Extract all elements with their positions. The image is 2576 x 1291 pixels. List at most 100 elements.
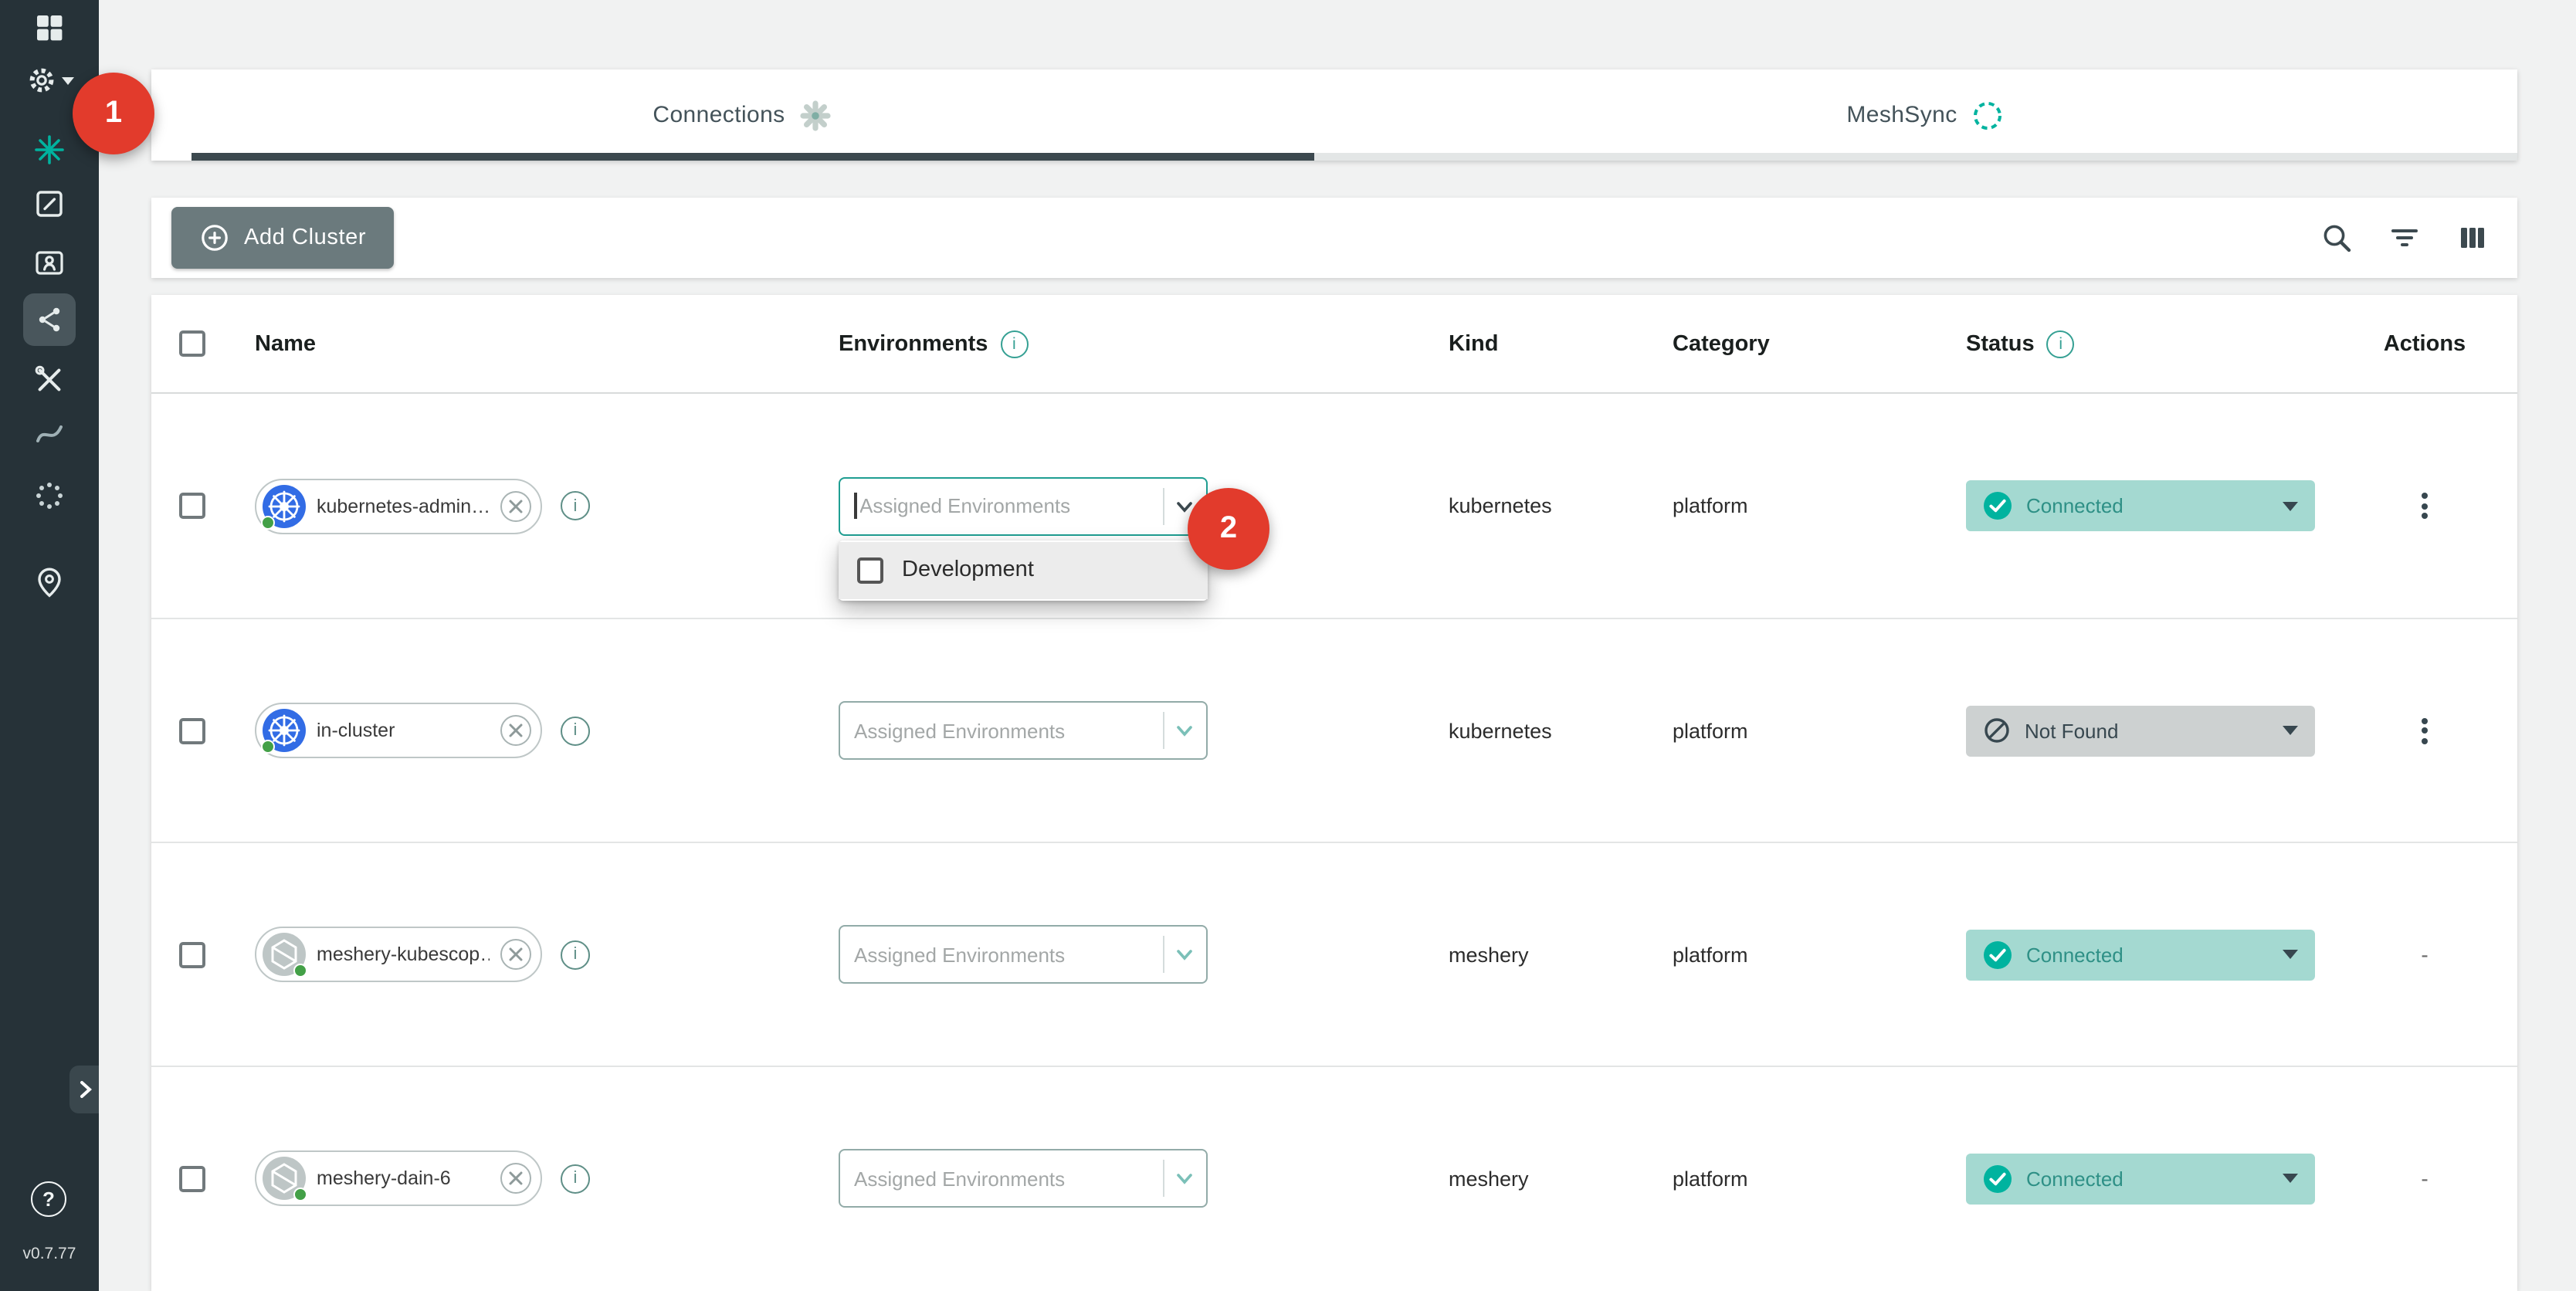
row-checkbox[interactable] xyxy=(178,1165,205,1191)
help-button[interactable]: ? xyxy=(31,1181,66,1217)
status-label: Not Found xyxy=(2025,719,2269,742)
location-pin-icon[interactable] xyxy=(0,565,99,599)
status-chip[interactable]: Not Found xyxy=(1966,705,2315,756)
info-icon[interactable]: i xyxy=(561,1164,590,1193)
dashboard-icon[interactable] xyxy=(0,11,99,45)
select-divider xyxy=(1163,1160,1164,1197)
chip-delete-icon[interactable] xyxy=(500,1163,531,1194)
header-kind: Kind xyxy=(1425,331,1649,356)
connection-avatar xyxy=(263,933,306,976)
meshery-app: ? v0.7.77 Connections MeshSync Add Clust… xyxy=(0,0,2576,1291)
select-divider xyxy=(1163,936,1164,973)
row-checkbox[interactable] xyxy=(178,493,205,519)
row-menu-icon[interactable] xyxy=(2415,711,2434,750)
table-row: meshery-kubescop… i Assigned Environment… xyxy=(151,842,2517,1066)
select-placeholder: Assigned Environments xyxy=(854,943,1154,966)
info-icon[interactable]: i xyxy=(561,940,590,969)
row-menu-icon[interactable] xyxy=(2415,486,2434,525)
header-actions: Actions xyxy=(2332,331,2517,356)
add-cluster-label: Add Cluster xyxy=(244,225,366,250)
meshsync-ring-icon xyxy=(1971,98,2005,132)
users-icon[interactable] xyxy=(0,246,99,280)
assigned-environments-select[interactable]: Assigned Environments xyxy=(839,701,1208,760)
select-all-checkbox[interactable] xyxy=(178,330,205,357)
status-caret-icon xyxy=(2283,501,2298,510)
search-icon[interactable] xyxy=(2320,221,2354,255)
toolbar: Add Cluster xyxy=(151,198,2517,278)
connection-avatar xyxy=(263,1157,306,1200)
option-checkbox[interactable] xyxy=(857,557,883,583)
connected-check-icon xyxy=(1983,491,2012,520)
annotation-badge-1: 1 xyxy=(73,73,154,154)
table-row: meshery-dain-6 i Assigned Environments m… xyxy=(151,1066,2517,1289)
chevron-down-icon[interactable] xyxy=(1174,720,1195,741)
select-placeholder: Assigned Environments xyxy=(854,1167,1154,1190)
table-header: Name Environmentsi Kind Category Statusi… xyxy=(151,295,2517,394)
option-label: Development xyxy=(902,557,1034,582)
row-checkbox[interactable] xyxy=(178,717,205,744)
chip-delete-icon[interactable] xyxy=(500,490,531,521)
active-tab-indicator xyxy=(192,153,1314,161)
header-environments: Environmentsi xyxy=(815,330,1425,357)
filter-icon[interactable] xyxy=(2388,221,2422,255)
presence-dot xyxy=(261,515,275,529)
sidebar: ? v0.7.77 xyxy=(0,0,99,1291)
dropdown-option[interactable]: Development xyxy=(839,541,1208,598)
performance-curve-icon[interactable] xyxy=(0,417,99,451)
assigned-environments-select[interactable]: Assigned Environments xyxy=(839,925,1208,984)
status-label: Connected xyxy=(2026,943,2269,966)
service-mesh-ring-icon[interactable] xyxy=(0,479,99,513)
chevron-right-icon xyxy=(73,1078,95,1101)
connection-chip[interactable]: meshery-dain-6 xyxy=(255,1150,542,1206)
status-chip[interactable]: Connected xyxy=(1966,1153,2315,1204)
select-placeholder: Assigned Environments xyxy=(859,494,1154,517)
tabs-bar: Connections MeshSync xyxy=(151,69,2517,161)
tab-meshsync[interactable]: MeshSync xyxy=(1334,69,2517,161)
connection-chip[interactable]: meshery-kubescop… xyxy=(255,927,542,982)
connections-flower-icon xyxy=(799,98,833,132)
configuration-edit-icon[interactable] xyxy=(0,187,99,221)
kind-cell: kubernetes xyxy=(1425,494,1649,517)
chip-delete-icon[interactable] xyxy=(500,939,531,970)
chevron-down-icon[interactable] xyxy=(1174,1167,1195,1189)
tab-connections[interactable]: Connections xyxy=(151,69,1334,161)
chevron-down-icon[interactable] xyxy=(1174,944,1195,965)
plus-circle-icon xyxy=(199,222,230,253)
status-chip[interactable]: Connected xyxy=(1966,480,2315,531)
share-nodes-icon[interactable] xyxy=(0,293,99,346)
kind-cell: meshery xyxy=(1425,943,1649,966)
table-row: in-cluster i Assigned Environments kuber… xyxy=(151,618,2517,842)
status-caret-icon xyxy=(2283,950,2298,959)
no-actions-dash: - xyxy=(2421,942,2428,967)
chevron-down-icon xyxy=(61,76,73,84)
row-checkbox[interactable] xyxy=(178,941,205,967)
columns-view-icon[interactable] xyxy=(2456,221,2490,255)
kind-cell: kubernetes xyxy=(1425,719,1649,742)
assigned-environments-select[interactable]: Assigned Environments xyxy=(839,1149,1208,1208)
add-cluster-button[interactable]: Add Cluster xyxy=(171,207,394,269)
category-cell: platform xyxy=(1649,1167,1943,1190)
chip-delete-icon[interactable] xyxy=(500,715,531,746)
environments-info-icon[interactable]: i xyxy=(1000,330,1028,357)
status-caret-icon xyxy=(2283,726,2298,735)
connection-chip[interactable]: in-cluster xyxy=(255,703,542,758)
status-chip[interactable]: Connected xyxy=(1966,929,2315,980)
info-icon[interactable]: i xyxy=(561,716,590,745)
presence-dot xyxy=(293,964,307,978)
sidebar-expand-button[interactable] xyxy=(69,1066,99,1113)
no-actions-dash: - xyxy=(2421,1166,2428,1191)
header-category: Category xyxy=(1649,331,1943,356)
status-info-icon[interactable]: i xyxy=(2047,330,2075,357)
tab-connections-label: Connections xyxy=(652,102,785,128)
connection-avatar xyxy=(263,484,306,527)
status-label: Connected xyxy=(2026,1167,2269,1190)
info-icon[interactable]: i xyxy=(561,491,590,520)
tools-icon[interactable] xyxy=(0,363,99,397)
app-version: v0.7.77 xyxy=(0,1245,99,1263)
connection-chip[interactable]: kubernetes-admin… xyxy=(255,478,542,534)
category-cell: platform xyxy=(1649,494,1943,517)
status-label: Connected xyxy=(2026,494,2269,517)
assigned-environments-select[interactable]: Assigned Environments xyxy=(839,476,1208,535)
status-caret-icon xyxy=(2283,1174,2298,1183)
category-cell: platform xyxy=(1649,943,1943,966)
